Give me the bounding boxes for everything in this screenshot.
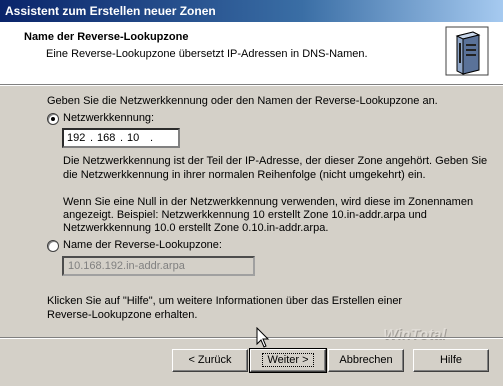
cancel-button-label: Abbrechen [339,354,393,366]
zero-help-3: Netzwerkkennung 10.0 erstellt Zone 0.10.… [63,222,329,234]
intro-text: Geben Sie die Netzwerkkennung oder den N… [47,95,438,107]
back-button-label: < Zurück [188,354,232,366]
ip-octet-1[interactable]: 192 [67,132,85,144]
help-button[interactable]: Hilfe [413,349,489,372]
next-button-label: Weiter > [262,353,314,367]
page-title: Name der Reverse-Lookupzone [24,31,189,43]
footer-help-2: Reverse-Lookupzone erhalten. [47,309,198,321]
network-id-help-1: Die Netzwerkkennung ist der Teil der IP-… [63,155,488,167]
window-title: Assistent zum Erstellen neuer Zonen [5,4,216,18]
next-button[interactable]: Weiter > [249,348,327,373]
footer-help-1: Klicken Sie auf "Hilfe", um weitere Info… [47,295,403,307]
network-id-label[interactable]: Netzwerkkennung: [63,111,154,126]
server-icon [445,26,489,76]
cancel-button[interactable]: Abbrechen [328,349,404,372]
wizard-header: Name der Reverse-Lookupzone Eine Reverse… [0,22,503,85]
network-id-ip-input[interactable]: 192 . 168 . 10 . [62,128,180,148]
window-titlebar[interactable]: Assistent zum Erstellen neuer Zonen [0,0,503,22]
network-id-help-2: die Netzwerkkennung in ihrer normalen Re… [63,169,426,181]
ip-octet-2[interactable]: 168 [97,132,115,144]
zone-name-value: 10.168.192.in-addr.arpa [68,260,185,272]
zone-name-label[interactable]: Name der Reverse-Lookupzone: [63,238,222,253]
watermark-logo: WinTotal [383,326,446,343]
zone-name-input[interactable]: 10.168.192.in-addr.arpa [62,256,255,276]
ip-octet-3[interactable]: 10 [127,132,139,144]
back-button[interactable]: < Zurück [172,349,248,372]
page-subtitle: Eine Reverse-Lookupzone übersetzt IP-Adr… [46,48,368,60]
help-button-label: Hilfe [439,354,462,366]
mouse-cursor-icon [256,327,270,348]
zone-name-radio[interactable] [47,240,59,252]
network-id-radio[interactable] [47,113,59,125]
